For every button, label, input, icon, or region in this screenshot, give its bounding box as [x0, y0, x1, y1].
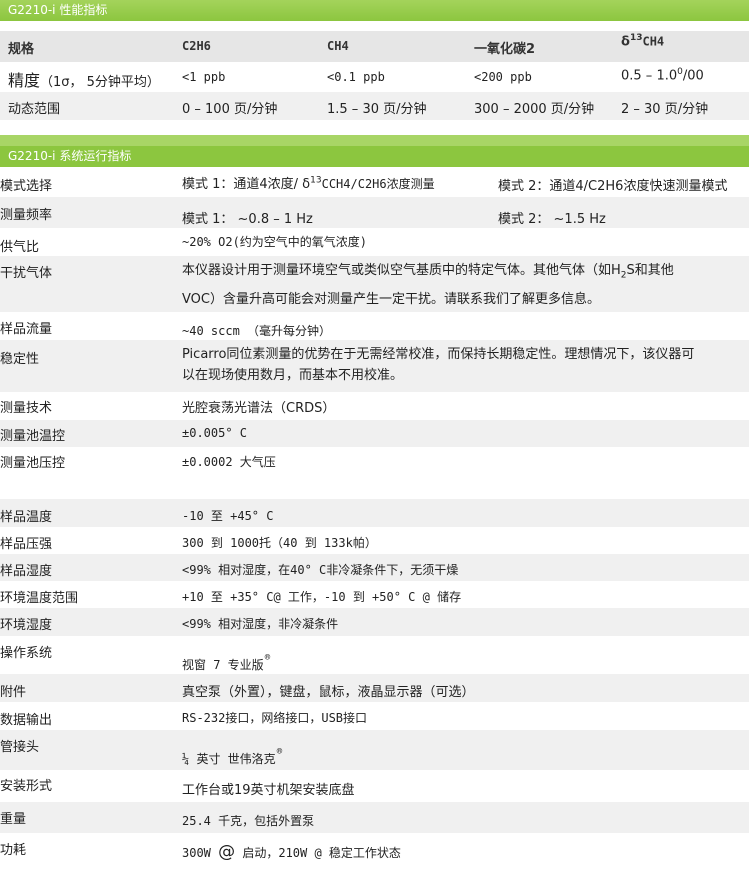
frequency-mode1: 模式 1： ~0.8 – 1 Hz: [182, 212, 313, 227]
cell-temp-value: ±0.005° C: [182, 426, 248, 440]
row-os: 操作系统 视窗 7 专业版®: [0, 636, 749, 674]
row-gas-ratio: 供气比 ~20% O2(约为空气中的氧气浓度): [0, 228, 749, 256]
stability-text: Picarro同位素测量的优势在于无需经常校准，而保持长期稳定性。理想情况下，该…: [182, 347, 695, 383]
header-spec: 规格: [8, 42, 35, 57]
frequency-mode2: 模式 2： ~1.5 Hz: [498, 212, 606, 227]
weight-label: 重量: [0, 812, 27, 827]
dynamic-range-ch4: 1.5 – 30 页/分钟: [327, 102, 427, 117]
row-mounting: 安装形式 工作台或19英寸机架安装底盘: [0, 770, 749, 802]
section-title-performance: G2210-i 性能指标: [0, 0, 749, 21]
gas-ratio-value: ~20% O2(约为空气中的氧气浓度): [182, 235, 368, 249]
technology-value: 光腔衰荡光谱法（CRDS）: [182, 401, 336, 416]
row-fittings: 管接头 ¼ 英寸 世伟洛克®: [0, 730, 749, 770]
interference-label: 干扰气体: [0, 266, 53, 281]
mode-select-mode2: 模式 2：通道4/C2H6浓度快速测量模式: [498, 179, 728, 194]
section-title-operation: G2210-i 系统运行指标: [0, 146, 749, 167]
registered-mark: ®: [264, 653, 271, 663]
interference-text: 本仪器设计用于测量环境空气或类似空气基质中的特定气体。其他气体（如H2S和其他 …: [182, 263, 674, 307]
row-precision: 精度（1σ， 5分钟平均） <1 ppb <0.1 ppb <200 ppb 0…: [0, 62, 749, 92]
sample-humidity-label: 样品湿度: [0, 564, 53, 579]
precision-ch4: <0.1 ppb: [327, 70, 385, 84]
registered-mark: ®: [276, 747, 283, 757]
accessories-label: 附件: [0, 685, 27, 700]
technology-label: 测量技术: [0, 401, 53, 416]
env-temp-value: +10 至 +35° C@ 工作，-10 到 +50° C @ 储存: [182, 590, 462, 604]
header-c2h6: C2H6: [182, 39, 211, 53]
row-sample-humidity: 样品湿度 <99% 相对湿度，在40° C非冷凝条件下，无须干燥: [0, 554, 749, 581]
sample-humidity-value: <99% 相对湿度，在40° C非冷凝条件下，无须干燥: [182, 563, 459, 577]
row-sample-temp: 样品温度 -10 至 +45° C: [0, 499, 749, 527]
frequency-label: 测量频率: [0, 208, 53, 223]
power-value: 300W @ 启动，210W @ 稳定工作状态: [182, 842, 401, 862]
precision-delta: 0.5 – 1.00/00: [621, 67, 704, 84]
row-dynamic-range: 动态范围 0 – 100 页/分钟 1.5 – 30 页/分钟 300 – 20…: [0, 92, 749, 120]
fittings-label: 管接头: [0, 740, 40, 755]
row-mode-select: 模式选择 模式 1：通道4浓度/ δ13CCH4/C2H6浓度测量 模式 2：通…: [0, 167, 749, 197]
mode-select-mode1: 模式 1：通道4浓度/ δ13CCH4/C2H6浓度测量: [182, 175, 435, 192]
dynamic-range-c2h6: 0 – 100 页/分钟: [182, 102, 278, 117]
precision-co: <200 ppb: [474, 70, 532, 84]
power-label: 功耗: [0, 843, 27, 858]
precision-label: 精度（1σ， 5分钟平均）: [8, 71, 160, 90]
row-technology: 测量技术 光腔衰荡光谱法（CRDS）: [0, 392, 749, 420]
data-output-value: RS-232接口，网络接口，USB接口: [182, 711, 368, 725]
os-value: 视窗 7 专业版®: [182, 653, 271, 672]
row-frequency: 测量频率 模式 1： ~0.8 – 1 Hz 模式 2： ~1.5 Hz: [0, 197, 749, 228]
data-output-label: 数据输出: [0, 713, 53, 728]
row-flow: 样品流量 ~40 sccm （毫升每分钟）: [0, 312, 749, 340]
dynamic-range-label: 动态范围: [8, 102, 61, 117]
sample-temp-label: 样品温度: [0, 510, 53, 525]
row-cell-temp: 测量池温控 ±0.005° C: [0, 420, 749, 447]
mode-select-label: 模式选择: [0, 179, 53, 194]
header-co: 一氧化碳2: [474, 42, 536, 57]
precision-c2h6: <1 ppb: [182, 70, 226, 84]
row-sample-pressure: 样品压强 300 到 1000托（40 到 133k帕）: [0, 527, 749, 554]
env-humidity-value: <99% 相对湿度，非冷凝条件: [182, 617, 339, 631]
sample-pressure-label: 样品压强: [0, 537, 53, 552]
row-interference: 干扰气体 本仪器设计用于测量环境空气或类似空气基质中的特定气体。其他气体（如H2…: [0, 256, 749, 312]
sample-pressure-value: 300 到 1000托（40 到 133k帕）: [182, 536, 377, 550]
row-env-temp: 环境温度范围 +10 至 +35° C@ 工作，-10 到 +50° C @ 储…: [0, 581, 749, 608]
row-power: 功耗 300W @ 启动，210W @ 稳定工作状态: [0, 833, 749, 865]
row-data-output: 数据输出 RS-232接口，网络接口，USB接口: [0, 702, 749, 730]
mounting-value: 工作台或19英寸机架安装底盘: [182, 783, 355, 798]
section-divider: [0, 135, 749, 146]
row-env-humidity: 环境湿度 <99% 相对湿度，非冷凝条件: [0, 608, 749, 636]
row-accessories: 附件 真空泵（外置），键盘，鼠标，液晶显示器（可选）: [0, 674, 749, 702]
stability-label: 稳定性: [0, 352, 40, 367]
flow-label: 样品流量: [0, 322, 53, 337]
dynamic-range-delta: 2 – 30 页/分钟: [621, 102, 709, 117]
os-label: 操作系统: [0, 646, 53, 661]
env-temp-label: 环境温度范围: [0, 591, 79, 606]
dynamic-range-co: 300 – 2000 页/分钟: [474, 102, 595, 117]
row-stability: 稳定性 Picarro同位素测量的优势在于无需经常校准，而保持长期稳定性。理想情…: [0, 340, 749, 392]
row-cell-pressure: 测量池压控 ±0.0002 大气压: [0, 447, 749, 499]
weight-value: 25.4 千克，包括外置泵: [182, 814, 315, 828]
sample-temp-value: -10 至 +45° C: [182, 509, 274, 523]
flow-value: ~40 sccm （毫升每分钟）: [182, 324, 332, 338]
fittings-value: ¼ 英寸 世伟洛克®: [182, 747, 283, 766]
cell-pressure-value: ±0.0002 大气压: [182, 455, 276, 469]
header-delta: δ13CH4: [621, 33, 665, 50]
performance-table-header: 规格 C2H6 CH4 一氧化碳2 δ13CH4: [0, 31, 749, 62]
mounting-label: 安装形式: [0, 779, 53, 794]
row-weight: 重量 25.4 千克，包括外置泵: [0, 802, 749, 833]
cell-pressure-label: 测量池压控: [0, 456, 66, 471]
env-humidity-label: 环境湿度: [0, 618, 53, 633]
cell-temp-label: 测量池温控: [0, 429, 66, 444]
gas-ratio-label: 供气比: [0, 240, 40, 255]
header-ch4: CH4: [327, 39, 349, 53]
accessories-value: 真空泵（外置），键盘，鼠标，液晶显示器（可选）: [182, 685, 475, 700]
